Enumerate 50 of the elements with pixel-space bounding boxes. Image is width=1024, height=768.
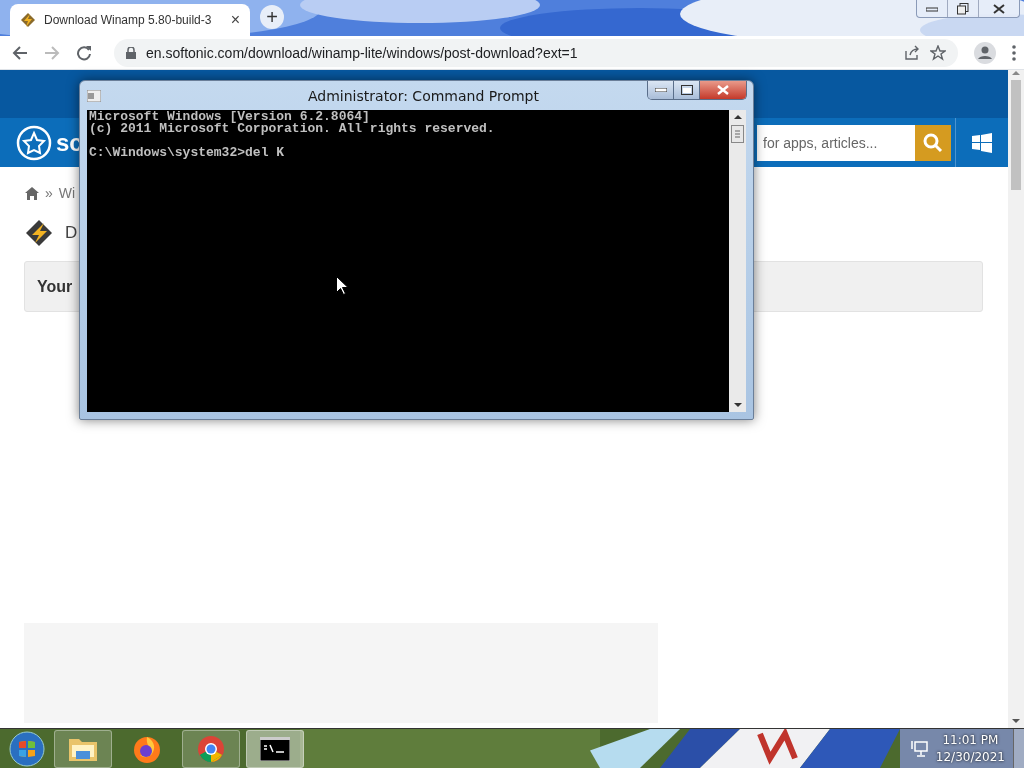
minimize-button[interactable] xyxy=(648,81,674,99)
minimize-icon xyxy=(926,5,938,12)
tab-title: Download Winamp 5.80-build-3 xyxy=(44,13,213,27)
back-button[interactable] xyxy=(12,44,28,61)
console-output-line: Microsoft Windows [Version 6.2.8064] xyxy=(89,111,371,123)
scroll-down-icon[interactable] xyxy=(1012,718,1020,724)
console-prompt-line: C:\Windows\system32>del K xyxy=(89,147,286,159)
address-bar[interactable]: en.softonic.com/download/winamp-lite/windows/post-download?ext=1 xyxy=(114,38,958,67)
lock-icon xyxy=(126,46,136,59)
close-button[interactable] xyxy=(700,81,746,99)
start-button[interactable] xyxy=(6,729,48,768)
search-button[interactable] xyxy=(915,124,951,161)
url-text: en.softonic.com/download/winamp-lite/windows/post-download?ext=1 xyxy=(146,44,579,61)
network-icon[interactable] xyxy=(909,739,928,758)
minimize-icon xyxy=(654,88,667,92)
lightning-icon xyxy=(20,12,36,28)
clock-date: 12/30/2021 xyxy=(935,748,1005,766)
maximize-button[interactable] xyxy=(674,81,700,99)
terminal-icon xyxy=(260,736,290,761)
close-tab-button[interactable]: × xyxy=(230,11,240,29)
clock-time: 11:01 PM xyxy=(942,731,999,749)
chrome-icon xyxy=(196,733,226,764)
home-icon[interactable] xyxy=(25,186,39,200)
star-icon[interactable] xyxy=(930,44,946,61)
windows-icon[interactable] xyxy=(972,132,992,153)
menu-icon[interactable] xyxy=(1012,44,1016,61)
mouse-pointer-icon xyxy=(336,276,348,295)
search-icon xyxy=(923,132,943,153)
window-title: Administrator: Command Prompt xyxy=(308,87,539,104)
breadcrumb-separator: » xyxy=(45,185,53,201)
profile-icon[interactable] xyxy=(974,41,996,64)
maximize-icon xyxy=(680,85,693,95)
star-logo-icon[interactable] xyxy=(16,124,52,161)
taskbar-button[interactable] xyxy=(54,729,112,768)
app-title: D xyxy=(65,223,78,243)
console-output-line: (c) 2011 Microsoft Corporation. All rights reserved. xyxy=(89,123,496,135)
show-desktop-button[interactable] xyxy=(1013,728,1024,768)
lightning-icon xyxy=(25,219,53,247)
browser-tab[interactable]: Download Winamp 5.80-build-3 × xyxy=(10,4,250,36)
scroll-thumb[interactable] xyxy=(731,125,744,143)
reload-button[interactable] xyxy=(76,44,92,61)
close-icon xyxy=(717,85,729,95)
share-icon[interactable] xyxy=(904,44,920,61)
scroll-down-icon[interactable] xyxy=(733,403,742,408)
scroll-thumb[interactable] xyxy=(1011,80,1021,190)
console-icon xyxy=(87,89,101,102)
taskbar-button[interactable] xyxy=(246,729,304,768)
close-icon xyxy=(993,3,1005,14)
search-field[interactable]: for apps, articles... xyxy=(757,124,915,161)
breadcrumb-link[interactable]: Wi xyxy=(58,185,76,201)
